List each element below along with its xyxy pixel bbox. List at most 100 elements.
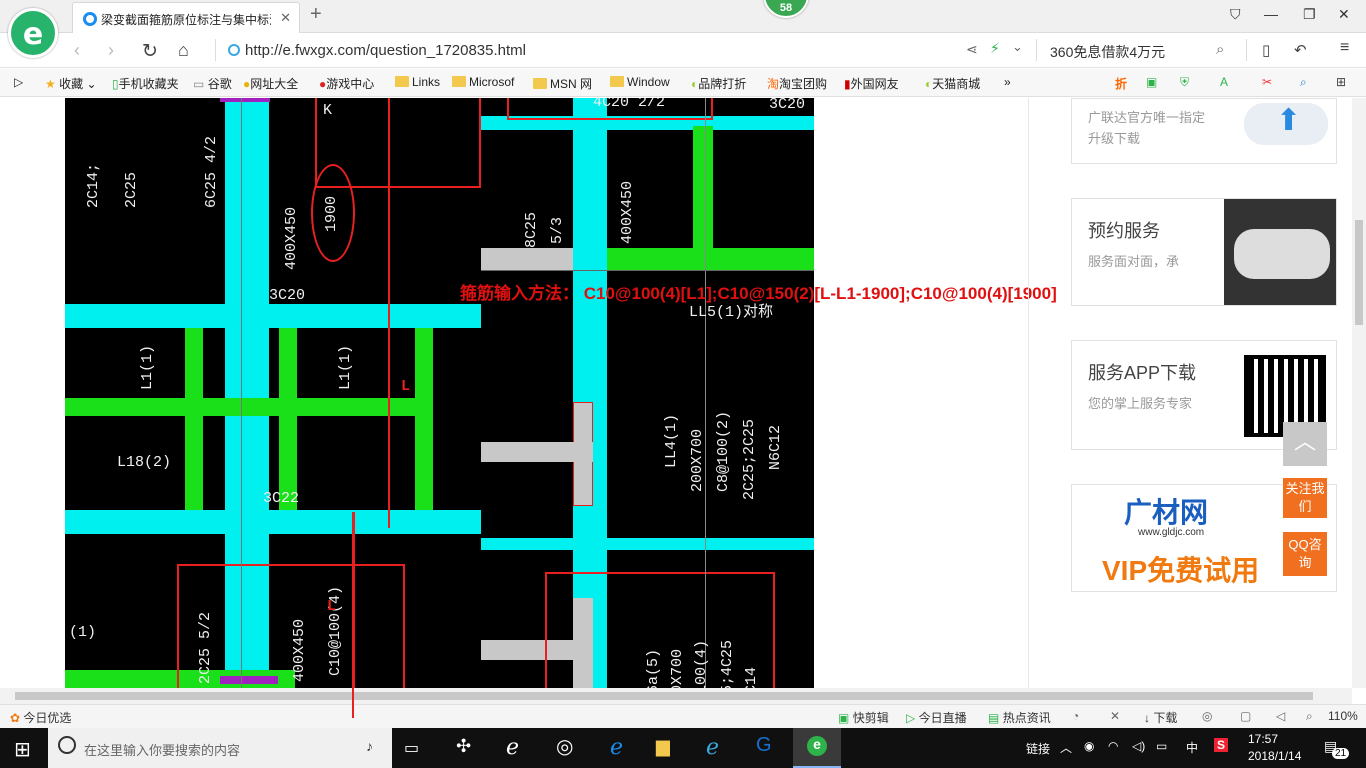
- tray-expand-icon[interactable]: ︿: [1060, 739, 1072, 756]
- clock-date[interactable]: 2018/1/14: [1248, 749, 1301, 763]
- tab-title: 梁变截面箍筋原位标注与集中标注: [101, 13, 271, 27]
- shirt-icon[interactable]: ⛉: [1230, 6, 1241, 23]
- taskbar-search-input[interactable]: 在这里输入你要搜索的内容 ♪: [48, 728, 392, 768]
- notification-badge[interactable]: 58: [763, 0, 809, 18]
- mobile-icon[interactable]: ▯: [1262, 41, 1270, 59]
- forward-button[interactable]: ›: [108, 40, 114, 61]
- taskbar: ⊞ 在这里输入你要搜索的内容 ♪ ▭ ✣ ℯ ◎ ℯ ▆ ℯ G e 链接 ︿ …: [0, 728, 1366, 768]
- keyboard-icon[interactable]: ▭: [1156, 739, 1167, 753]
- browser-e-icon[interactable]: ℯ: [506, 734, 519, 760]
- tab-bar: 梁变截面箍筋原位标注与集中标注 ✕ + 58 ⛉ — ❐ ✕: [0, 0, 1366, 33]
- accelerate-icon[interactable]: ◎: [1202, 709, 1212, 723]
- bookmark-tmall[interactable]: ◐天猫商城: [925, 75, 980, 92]
- cortana-icon: [58, 736, 76, 754]
- restore-button[interactable]: ❐: [1303, 6, 1316, 23]
- handshake-image: [1224, 199, 1336, 305]
- site-icon: [228, 44, 240, 56]
- clock-time[interactable]: 17:57: [1248, 732, 1278, 746]
- bookmark-brand[interactable]: ◐品牌打折: [691, 75, 746, 92]
- bookmark-microsoft[interactable]: Microsof: [452, 75, 514, 89]
- speed-icon[interactable]: ◔: [1072, 709, 1079, 723]
- volume-icon[interactable]: ◁): [1132, 739, 1145, 753]
- bookmark-foreign[interactable]: ▮外国网友: [844, 75, 899, 92]
- bookmark-msn[interactable]: MSN 网: [533, 75, 592, 92]
- scissors-icon[interactable]: ✂: [1262, 75, 1272, 89]
- bookmark-windows[interactable]: Window: [610, 75, 670, 89]
- edge-icon[interactable]: ℯ: [610, 734, 623, 760]
- shield-icon[interactable]: ⛨: [1180, 75, 1189, 90]
- glodon-icon[interactable]: G: [756, 734, 772, 757]
- wifi-icon[interactable]: ◠: [1108, 739, 1118, 753]
- tray-app-icon[interactable]: ◉: [1084, 739, 1094, 753]
- share-icon[interactable]: ⋖: [966, 41, 978, 58]
- active-browser-task[interactable]: e: [793, 728, 841, 768]
- ime-indicator[interactable]: 中: [1186, 739, 1198, 756]
- close-window-button[interactable]: ✕: [1338, 6, 1350, 23]
- cloud-upload-icon: ⬆: [1244, 103, 1328, 145]
- magnifier-icon[interactable]: ⌕: [1300, 75, 1307, 90]
- today-picks[interactable]: ✿ 今日优选: [10, 709, 71, 726]
- live-button[interactable]: ▷ 今日直播: [906, 709, 967, 726]
- apps-icon[interactable]: ⊞: [1336, 75, 1346, 89]
- stirrup-input-method-text: 箍筋输入方法： C10@100(4)[L1];C10@150(2)[L-L1-1…: [460, 284, 1057, 303]
- clean-icon[interactable]: ✕: [1110, 709, 1120, 723]
- search-input[interactable]: 360免息借款4万元: [1050, 42, 1165, 62]
- ad-card-upgrade[interactable]: 广联达官方唯一指定升级下载 ⬆: [1071, 98, 1337, 164]
- follow-us-button[interactable]: 关注我们: [1283, 478, 1327, 518]
- translate-icon[interactable]: A: [1220, 75, 1228, 89]
- url-field[interactable]: http://e.fwxgx.com/question_1720835.html: [228, 42, 526, 59]
- more-bookmarks-icon[interactable]: »: [1004, 75, 1011, 89]
- app-fan-icon[interactable]: ✣: [456, 736, 471, 757]
- discount-icon[interactable]: 折: [1115, 75, 1127, 92]
- book-icon[interactable]: ▣: [1146, 75, 1157, 89]
- mic-icon: ♪: [366, 738, 373, 754]
- bookmarks-bar: ▷ ★ 收藏 ⌄ ▯手机收藏夹 ▭ 谷歌 ●网址大全 ●游戏中心 Links M…: [0, 69, 1366, 97]
- menu-icon[interactable]: ≡: [1340, 39, 1349, 57]
- news-button[interactable]: ▤ 热点资讯: [988, 709, 1051, 726]
- minimize-button[interactable]: —: [1264, 6, 1278, 22]
- zoom-icon[interactable]: ⌕: [1306, 709, 1313, 724]
- bookmark-taobao[interactable]: 淘淘宝团购: [767, 75, 827, 92]
- back-to-top-button[interactable]: ︿: [1283, 422, 1327, 466]
- app-orbit-icon[interactable]: ◎: [556, 734, 573, 759]
- file-explorer-icon[interactable]: ▆: [656, 736, 670, 757]
- qq-consult-button[interactable]: QQ咨询: [1283, 532, 1327, 576]
- refresh-button[interactable]: ↻: [142, 40, 158, 63]
- folder-icon: [610, 76, 624, 87]
- sidebar-toggle-icon[interactable]: ▷: [14, 75, 23, 89]
- tab-favicon-icon: [83, 12, 97, 26]
- new-tab-button[interactable]: +: [310, 3, 322, 26]
- ad-card-appointment[interactable]: 预约服务 服务面对面，承: [1071, 198, 1337, 306]
- ie-icon[interactable]: ℯ: [706, 734, 719, 760]
- browser-logo[interactable]: e: [8, 8, 58, 58]
- bookmark-favorites[interactable]: ★ 收藏 ⌄: [45, 75, 97, 92]
- browser-tab[interactable]: 梁变截面箍筋原位标注与集中标注 ✕: [72, 2, 300, 33]
- dropdown-icon[interactable]: ⌄: [1012, 39, 1023, 55]
- status-bar: ✿ 今日优选 ▣ 快剪辑 ▷ 今日直播 ▤ 热点资讯 ◔ ✕ ↓ 下载 ◎ ▢ …: [0, 704, 1366, 728]
- sogou-icon[interactable]: S: [1214, 738, 1229, 752]
- bookmark-links[interactable]: Links: [395, 75, 440, 89]
- search-icon[interactable]: ⌕: [1216, 41, 1224, 58]
- bookmark-google[interactable]: ▭ 谷歌: [193, 75, 232, 92]
- horizontal-scrollbar[interactable]: [0, 688, 1352, 704]
- back-button[interactable]: ‹: [74, 40, 80, 61]
- notification-count: 21: [1332, 748, 1350, 759]
- home-button[interactable]: ⌂: [178, 40, 189, 61]
- bookmark-mobile[interactable]: ▯手机收藏夹: [112, 75, 179, 92]
- bookmark-sites[interactable]: ●网址大全: [243, 75, 298, 92]
- windows-start-icon[interactable]: ⊞: [14, 737, 31, 762]
- zoom-level[interactable]: 110%: [1328, 709, 1358, 723]
- tray-link[interactable]: 链接: [1026, 740, 1050, 757]
- vertical-scrollbar[interactable]: [1352, 98, 1366, 688]
- close-tab-icon[interactable]: ✕: [280, 10, 291, 26]
- task-view-icon[interactable]: ▭: [404, 738, 419, 758]
- page-content: 6C25 4/2 2C14; 2C25 400X450 1900 3C20 L1…: [0, 98, 1352, 688]
- lightning-icon[interactable]: ⚡: [990, 40, 1000, 57]
- quick-edit-button[interactable]: ▣ 快剪辑: [838, 709, 889, 726]
- download-button[interactable]: ↓ 下载: [1144, 709, 1177, 726]
- folder-icon: [533, 78, 547, 89]
- undo-icon[interactable]: ↶: [1294, 41, 1307, 59]
- window-icon[interactable]: ▢: [1240, 709, 1251, 723]
- mute-icon[interactable]: ◁: [1276, 709, 1285, 723]
- bookmark-games[interactable]: ●游戏中心: [319, 75, 374, 92]
